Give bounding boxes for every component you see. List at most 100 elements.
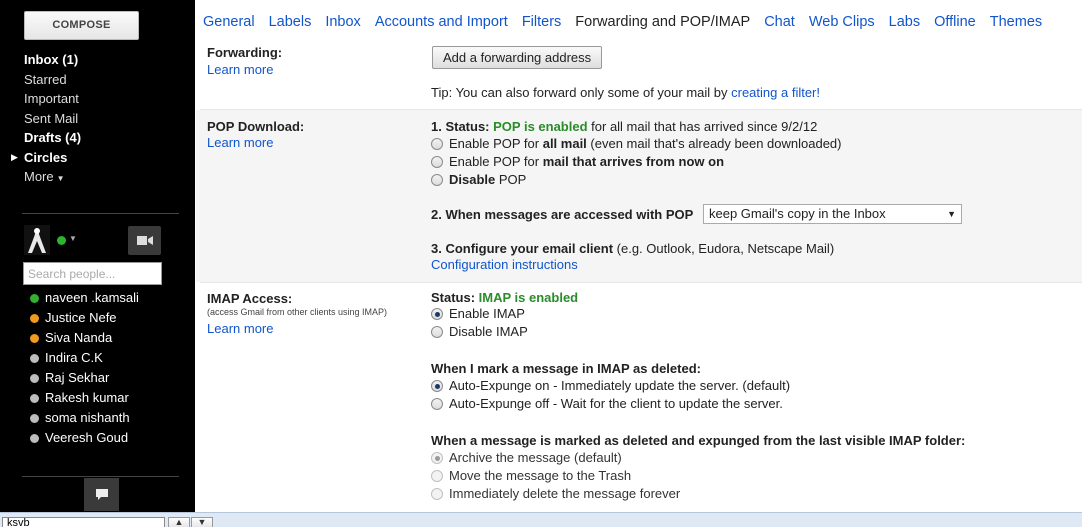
contact-item[interactable]: soma nishanth <box>30 408 139 428</box>
pop-section: POP Download: Learn more 1. Status: POP … <box>196 110 1082 282</box>
tab-general[interactable]: General <box>203 10 255 34</box>
pop-option-from-now[interactable]: Enable POP for mail that arrives from no… <box>431 153 724 171</box>
chevron-up-icon: ▲ <box>174 517 184 527</box>
imap-enable-radio[interactable] <box>431 308 443 320</box>
imap-learn-more-link[interactable]: Learn more <box>207 320 273 338</box>
pop-from-now-radio[interactable] <box>431 156 443 168</box>
imap-disable-option[interactable]: Disable IMAP <box>431 323 528 341</box>
archive-option[interactable]: Archive the message (default) <box>431 449 622 467</box>
nav-circles-label: Circles <box>24 149 68 165</box>
imap-disable-radio[interactable] <box>431 326 443 338</box>
status-online-icon <box>30 294 39 303</box>
settings-content: Forwarding: Learn more Add a forwarding … <box>196 37 1082 512</box>
delete-forever-option[interactable]: Immediately delete the message forever <box>431 485 680 503</box>
status-offline-icon <box>30 434 39 443</box>
tab-filters[interactable]: Filters <box>522 10 561 34</box>
pop-option-bold: all mail <box>542 136 587 151</box>
chat-bubble-button[interactable] <box>84 478 119 511</box>
sidebar-divider <box>22 213 179 214</box>
create-filter-link[interactable]: creating a filter! <box>731 85 820 100</box>
archive-radio[interactable] <box>431 452 443 464</box>
tab-labs[interactable]: Labs <box>889 10 920 34</box>
expunge-off-option[interactable]: Auto-Expunge off - Wait for the client t… <box>431 395 783 413</box>
compose-button[interactable]: COMPOSE <box>24 11 139 40</box>
imap-section: IMAP Access: (access Gmail from other cl… <box>196 283 1082 512</box>
tip-text: Tip: You can also forward only some of y… <box>431 85 732 100</box>
delete-forever-radio[interactable] <box>431 488 443 500</box>
archive-text: Archive the message (default) <box>449 450 622 465</box>
tab-themes[interactable]: Themes <box>990 10 1042 34</box>
status-dropdown-icon[interactable]: ▼ <box>69 234 77 243</box>
tab-offline[interactable]: Offline <box>934 10 976 34</box>
contact-item[interactable]: Justice Nefe <box>30 308 139 328</box>
nav-drafts[interactable]: Drafts (4) <box>24 128 184 148</box>
add-forwarding-address-button[interactable]: Add a forwarding address <box>432 46 603 69</box>
pop-option-text: Enable POP for <box>449 154 543 169</box>
imap-expunged-heading: When a message is marked as deleted and … <box>431 433 966 448</box>
delete-forever-text: Immediately delete the message forever <box>449 486 681 501</box>
trash-option[interactable]: Move the message to the Trash <box>431 467 631 485</box>
search-people-input[interactable] <box>23 262 162 285</box>
contact-item[interactable]: Siva Nanda <box>30 328 139 348</box>
find-input[interactable] <box>2 517 165 527</box>
video-call-button[interactable] <box>128 226 161 255</box>
configuration-instructions-link[interactable]: Configuration instructions <box>431 256 578 274</box>
contact-item[interactable]: Veeresh Goud <box>30 428 139 448</box>
contact-item[interactable]: Indira C.K <box>30 348 139 368</box>
contact-name: soma nishanth <box>45 410 130 425</box>
tab-labels[interactable]: Labels <box>269 10 312 34</box>
imap-access-label: IMAP Access: <box>207 291 293 306</box>
status-online-icon[interactable] <box>57 236 66 245</box>
find-previous-button[interactable]: ▲ <box>168 517 190 527</box>
contact-name: naveen .kamsali <box>45 290 139 305</box>
tab-web-clips[interactable]: Web Clips <box>809 10 875 34</box>
tab-forwarding-pop-imap[interactable]: Forwarding and POP/IMAP <box>575 10 750 34</box>
expunge-off-text: Auto-Expunge off - Wait for the client t… <box>449 396 783 411</box>
status-offline-icon <box>30 414 39 423</box>
contact-name: Rakesh kumar <box>45 390 129 405</box>
expunge-off-radio[interactable] <box>431 398 443 410</box>
pop-learn-more-link[interactable]: Learn more <box>207 134 273 152</box>
tab-inbox[interactable]: Inbox <box>325 10 360 34</box>
forwarding-label: Forwarding: <box>207 45 283 60</box>
imap-disable-text: Disable IMAP <box>449 324 528 339</box>
tab-accounts-and-import[interactable]: Accounts and Import <box>375 10 508 34</box>
tab-chat[interactable]: Chat <box>764 10 795 34</box>
nav-important[interactable]: Important <box>24 89 184 109</box>
pop-all-mail-radio[interactable] <box>431 138 443 150</box>
pop-status-prefix: 1. Status: <box>431 119 494 134</box>
expand-triangle-icon[interactable]: ▶ <box>11 148 18 168</box>
imap-enable-option[interactable]: Enable IMAP <box>431 305 525 323</box>
contact-name: Indira C.K <box>45 350 103 365</box>
status-offline-icon <box>30 374 39 383</box>
pop-disable-radio[interactable] <box>431 174 443 186</box>
pop-option-text: Enable POP for <box>449 136 543 151</box>
chevron-down-icon: ▼ <box>947 209 956 219</box>
nav-inbox[interactable]: Inbox (1) <box>24 50 184 70</box>
nav-starred[interactable]: Starred <box>24 70 184 90</box>
nav-sent-mail[interactable]: Sent Mail <box>24 109 184 129</box>
expunge-on-option[interactable]: Auto-Expunge on - Immediately update the… <box>431 377 790 395</box>
forwarding-tip: Tip: You can also forward only some of y… <box>431 84 820 102</box>
nav-list: Inbox (1) Starred Important Sent Mail Dr… <box>11 50 184 187</box>
find-next-button[interactable]: ▼ <box>191 517 213 527</box>
user-avatar-icon[interactable] <box>24 225 50 255</box>
pop-action-select[interactable]: keep Gmail's copy in the Inbox ▼ <box>703 204 962 224</box>
contact-item[interactable]: naveen .kamsali <box>30 288 139 308</box>
trash-radio[interactable] <box>431 470 443 482</box>
imap-access-subtext: (access Gmail from other clients using I… <box>207 307 388 317</box>
pop-option-all-mail[interactable]: Enable POP for all mail (even mail that'… <box>431 135 842 153</box>
trash-text: Move the message to the Trash <box>449 468 632 483</box>
pop-option-disable[interactable]: Disable POP <box>431 171 526 189</box>
imap-status-value: IMAP is enabled <box>478 290 579 305</box>
contact-item[interactable]: Rakesh kumar <box>30 388 139 408</box>
pop-status-value: POP is enabled <box>493 119 588 134</box>
status-offline-icon <box>30 354 39 363</box>
nav-circles[interactable]: ▶ Circles <box>11 148 184 168</box>
imap-deleted-heading: When I mark a message in IMAP as deleted… <box>431 361 701 376</box>
contact-name: Raj Sekhar <box>45 370 110 385</box>
forwarding-learn-more-link[interactable]: Learn more <box>207 61 273 79</box>
expunge-on-radio[interactable] <box>431 380 443 392</box>
contact-item[interactable]: Raj Sekhar <box>30 368 139 388</box>
nav-more[interactable]: More ▼ <box>24 167 184 187</box>
